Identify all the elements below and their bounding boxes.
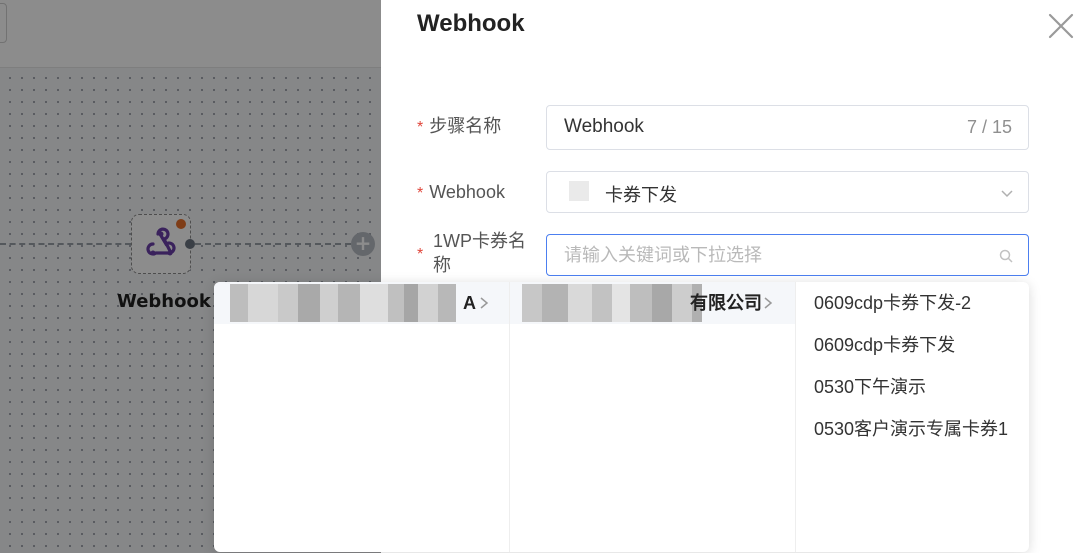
coupon-search-field [546, 234, 1029, 276]
required-mark: * [417, 119, 424, 136]
cascader-option-suffix: A [463, 293, 476, 313]
chevron-right-icon [480, 297, 489, 309]
coupon-label: * 1WP卡券名称 [417, 229, 537, 277]
webhook-color-swatch [569, 181, 589, 201]
step-name-label-text: 步骤名称 [429, 116, 502, 136]
webhook-select-value: 卡券下发 [605, 185, 677, 205]
cascader-leaf-option[interactable]: 0530下午演示 [796, 366, 1029, 408]
required-mark: * [417, 246, 424, 263]
step-name-input[interactable] [564, 116, 924, 138]
char-counter: 7 / 15 [966, 117, 1012, 137]
cascader-column-2: 有限公司 [510, 282, 796, 552]
step-name-field: 7 / 15 [546, 105, 1029, 150]
coupon-search-input[interactable] [564, 245, 964, 266]
cascader-dropdown: A 有限公司 0609cdp卡券下发-2 0609cdp卡券下发 0530下午演… [214, 282, 1029, 552]
redacted-text [230, 284, 456, 322]
chevron-right-icon [764, 297, 773, 309]
coupon-label-text: 1WP卡券名称 [433, 231, 527, 275]
drawer-title: Webhook [417, 10, 525, 37]
search-icon [999, 249, 1013, 263]
cascader-option[interactable]: 有限公司 [510, 282, 795, 324]
cascader-option[interactable]: A [214, 282, 509, 324]
cascader-leaf-option[interactable]: 0609cdp卡券下发-2 [796, 282, 1029, 324]
step-name-label: * 步骤名称 [417, 114, 501, 140]
cascader-leaf-option[interactable]: 0530客户演示专属卡券1 [796, 408, 1029, 450]
cascader-option-suffix: 有限公司 [690, 293, 762, 313]
required-mark: * [417, 185, 424, 202]
cascader-column-3: 0609cdp卡券下发-2 0609cdp卡券下发 0530下午演示 0530客… [796, 282, 1029, 552]
webhook-label: * Webhook [417, 180, 505, 206]
close-icon[interactable] [1047, 12, 1075, 40]
cascader-column-1: A [214, 282, 510, 552]
webhook-label-text: Webhook [429, 182, 505, 202]
cascader-leaf-option[interactable]: 0609cdp卡券下发 [796, 324, 1029, 366]
chevron-down-icon [1001, 190, 1013, 198]
redacted-text [522, 284, 702, 322]
webhook-select[interactable]: 卡券下发 [546, 171, 1029, 213]
